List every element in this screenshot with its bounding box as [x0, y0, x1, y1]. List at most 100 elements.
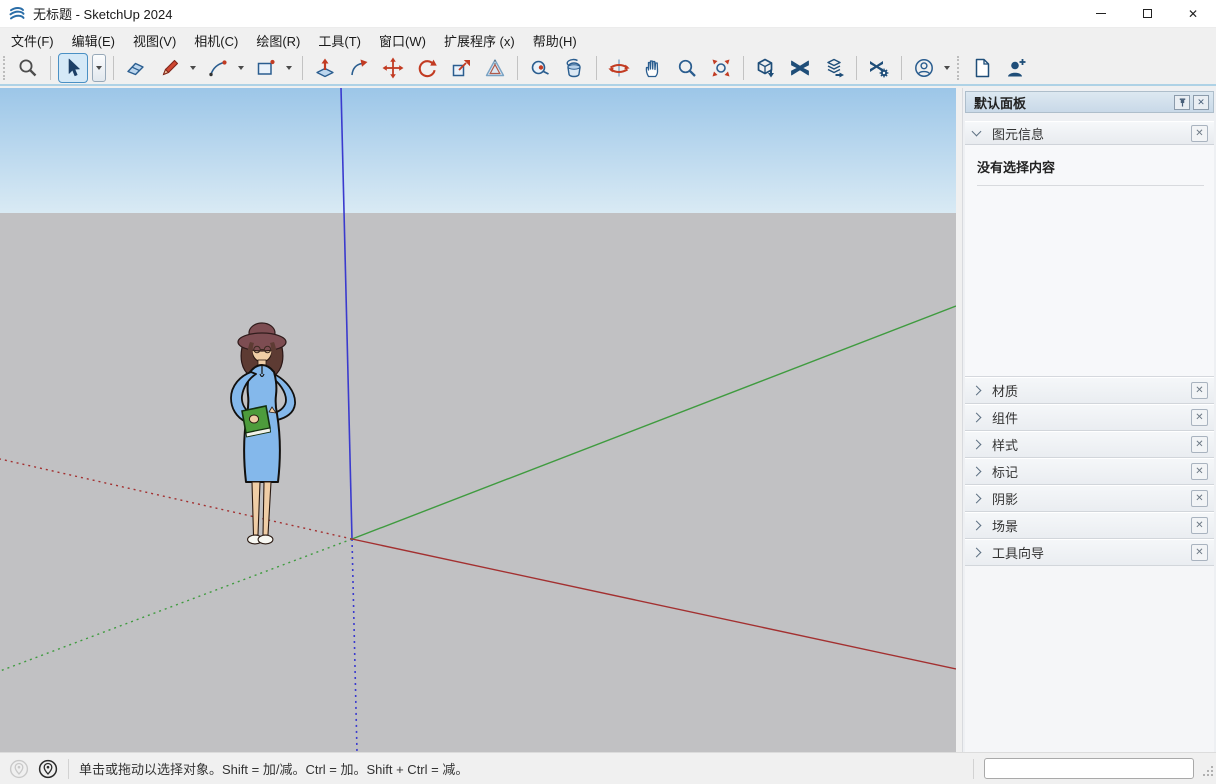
close-section-button[interactable]: ✕ [1191, 436, 1208, 453]
toolbar-separator [856, 56, 857, 80]
toolbar-separator [302, 56, 303, 80]
toolbar-grip[interactable] [957, 56, 961, 80]
tray-section-组件[interactable]: 组件 ✕ [965, 404, 1214, 431]
toolbar [0, 52, 1216, 86]
two-point-arc-dropdown-button[interactable] [235, 54, 247, 82]
extension-manager-tool-button[interactable] [864, 53, 894, 83]
credits-icon[interactable] [38, 759, 58, 779]
tray-section-工具向导[interactable]: 工具向导 ✕ [965, 539, 1214, 566]
menu-item[interactable]: 绘图(R) [247, 27, 309, 54]
extension-manager-icon [868, 57, 890, 79]
select-arrow-dropdown-button[interactable] [92, 54, 106, 82]
window-controls: ✕ [1078, 0, 1216, 28]
eraser-tool-button[interactable] [121, 53, 151, 83]
close-section-button[interactable]: ✕ [1191, 124, 1208, 142]
pan-tool-button[interactable] [638, 53, 668, 83]
close-section-button[interactable]: ✕ [1191, 463, 1208, 480]
panel-header[interactable]: 默认面板 ✕ [965, 91, 1214, 113]
tray-section-样式[interactable]: 样式 ✕ [965, 431, 1214, 458]
default-tray-panel: 默认面板 ✕ 图元信息 ✕ 没有选择内容 材质 ✕ 组件 ✕ 样式 ✕ 标记 ✕… [962, 88, 1216, 752]
share-component-tool-button[interactable] [819, 53, 849, 83]
close-panel-button[interactable]: ✕ [1193, 94, 1209, 110]
add-collaborator-tool-button[interactable] [1001, 53, 1031, 83]
extension-warehouse-icon [789, 57, 811, 79]
resize-grip[interactable] [1202, 765, 1214, 777]
scale-tool-button[interactable] [446, 53, 476, 83]
pencil-dropdown-button[interactable] [187, 54, 199, 82]
account-dropdown-button[interactable] [941, 54, 953, 82]
new-document-tool-button[interactable] [967, 53, 997, 83]
close-section-button[interactable]: ✕ [1191, 382, 1208, 399]
section-label: 场景 [992, 519, 1019, 534]
maximize-button[interactable] [1124, 0, 1170, 28]
chevron-right-icon [971, 385, 982, 396]
orbit-icon [608, 57, 630, 79]
close-section-button[interactable]: ✕ [1191, 517, 1208, 534]
paint-bucket-tool-button[interactable] [559, 53, 589, 83]
menu-item[interactable]: 帮助(H) [524, 27, 586, 54]
toolbar-separator [901, 56, 902, 80]
close-section-button[interactable]: ✕ [1191, 490, 1208, 507]
zoom-tool-button[interactable] [672, 53, 702, 83]
close-button[interactable]: ✕ [1170, 0, 1216, 28]
close-icon: ✕ [1187, 6, 1199, 21]
move-tool-button[interactable] [378, 53, 408, 83]
select-arrow-tool-button[interactable] [58, 53, 88, 83]
menu-item[interactable]: 扩展程序 (x) [435, 27, 524, 54]
close-icon: ✕ [1197, 96, 1205, 107]
3d-warehouse-icon [755, 57, 777, 79]
toolbar-separator [743, 56, 744, 80]
title-bar: 无标题 - SketchUp 2024 ✕ [0, 0, 1216, 28]
chevron-right-icon [971, 412, 982, 423]
close-section-button[interactable]: ✕ [1191, 409, 1208, 426]
scale-icon [450, 57, 472, 79]
minimize-button[interactable] [1078, 0, 1124, 28]
menu-item[interactable]: 编辑(E) [63, 27, 124, 54]
rectangle-dropdown-button[interactable] [283, 54, 295, 82]
status-bar: 单击或拖动以选择对象。Shift = 加/减。Ctrl = 加。Shift + … [0, 752, 1216, 784]
menu-item[interactable]: 视图(V) [124, 27, 185, 54]
menu-item[interactable]: 相机(C) [185, 27, 247, 54]
menu-item[interactable]: 文件(F) [2, 27, 63, 54]
entity-info-content: 没有选择内容 [965, 145, 1214, 377]
section-entity-info[interactable]: 图元信息 ✕ [965, 121, 1214, 145]
tray-section-标记[interactable]: 标记 ✕ [965, 458, 1214, 485]
window-title: 无标题 - SketchUp 2024 [33, 7, 173, 22]
section-label: 标记 [992, 465, 1019, 480]
push-pull-tool-button[interactable] [310, 53, 340, 83]
chevron-right-icon [971, 547, 982, 558]
account-tool-button[interactable] [909, 53, 939, 83]
orbit-tool-button[interactable] [604, 53, 634, 83]
viewport-3d[interactable] [0, 88, 956, 752]
person-figure[interactable] [218, 316, 306, 548]
tray-section-材质[interactable]: 材质 ✕ [965, 377, 1214, 404]
menu-item[interactable]: 工具(T) [309, 27, 370, 54]
close-section-button[interactable]: ✕ [1191, 544, 1208, 561]
pencil-tool-button[interactable] [155, 53, 185, 83]
pin-panel-button[interactable] [1174, 94, 1190, 110]
tray-section-阴影[interactable]: 阴影 ✕ [965, 485, 1214, 512]
zoom-search-tool-button[interactable] [13, 53, 43, 83]
menu-item[interactable]: 窗口(W) [370, 27, 435, 54]
rotate-tool-button[interactable] [412, 53, 442, 83]
geolocation-icon[interactable] [9, 759, 29, 779]
tape-measure-tool-button[interactable] [525, 53, 555, 83]
offset-icon [484, 57, 506, 79]
two-point-arc-tool-button[interactable] [203, 53, 233, 83]
rectangle-tool-button[interactable] [251, 53, 281, 83]
zoom-extents-tool-button[interactable] [706, 53, 736, 83]
measurements-input[interactable] [984, 758, 1194, 779]
chevron-down-icon [286, 66, 292, 70]
tray-sections: 材质 ✕ 组件 ✕ 样式 ✕ 标记 ✕ 阴影 ✕ 场景 ✕ 工具向导 ✕ [965, 377, 1214, 566]
zoom-search-icon [17, 57, 39, 79]
move-icon [382, 57, 404, 79]
extension-warehouse-tool-button[interactable] [785, 53, 815, 83]
maximize-icon [1142, 9, 1152, 18]
pin-icon [1179, 97, 1185, 107]
tray-section-场景[interactable]: 场景 ✕ [965, 512, 1214, 539]
3d-warehouse-tool-button[interactable] [751, 53, 781, 83]
statusbar-divider [973, 758, 974, 779]
follow-me-tool-button[interactable] [344, 53, 374, 83]
toolbar-grip[interactable] [3, 56, 7, 80]
offset-tool-button[interactable] [480, 53, 510, 83]
